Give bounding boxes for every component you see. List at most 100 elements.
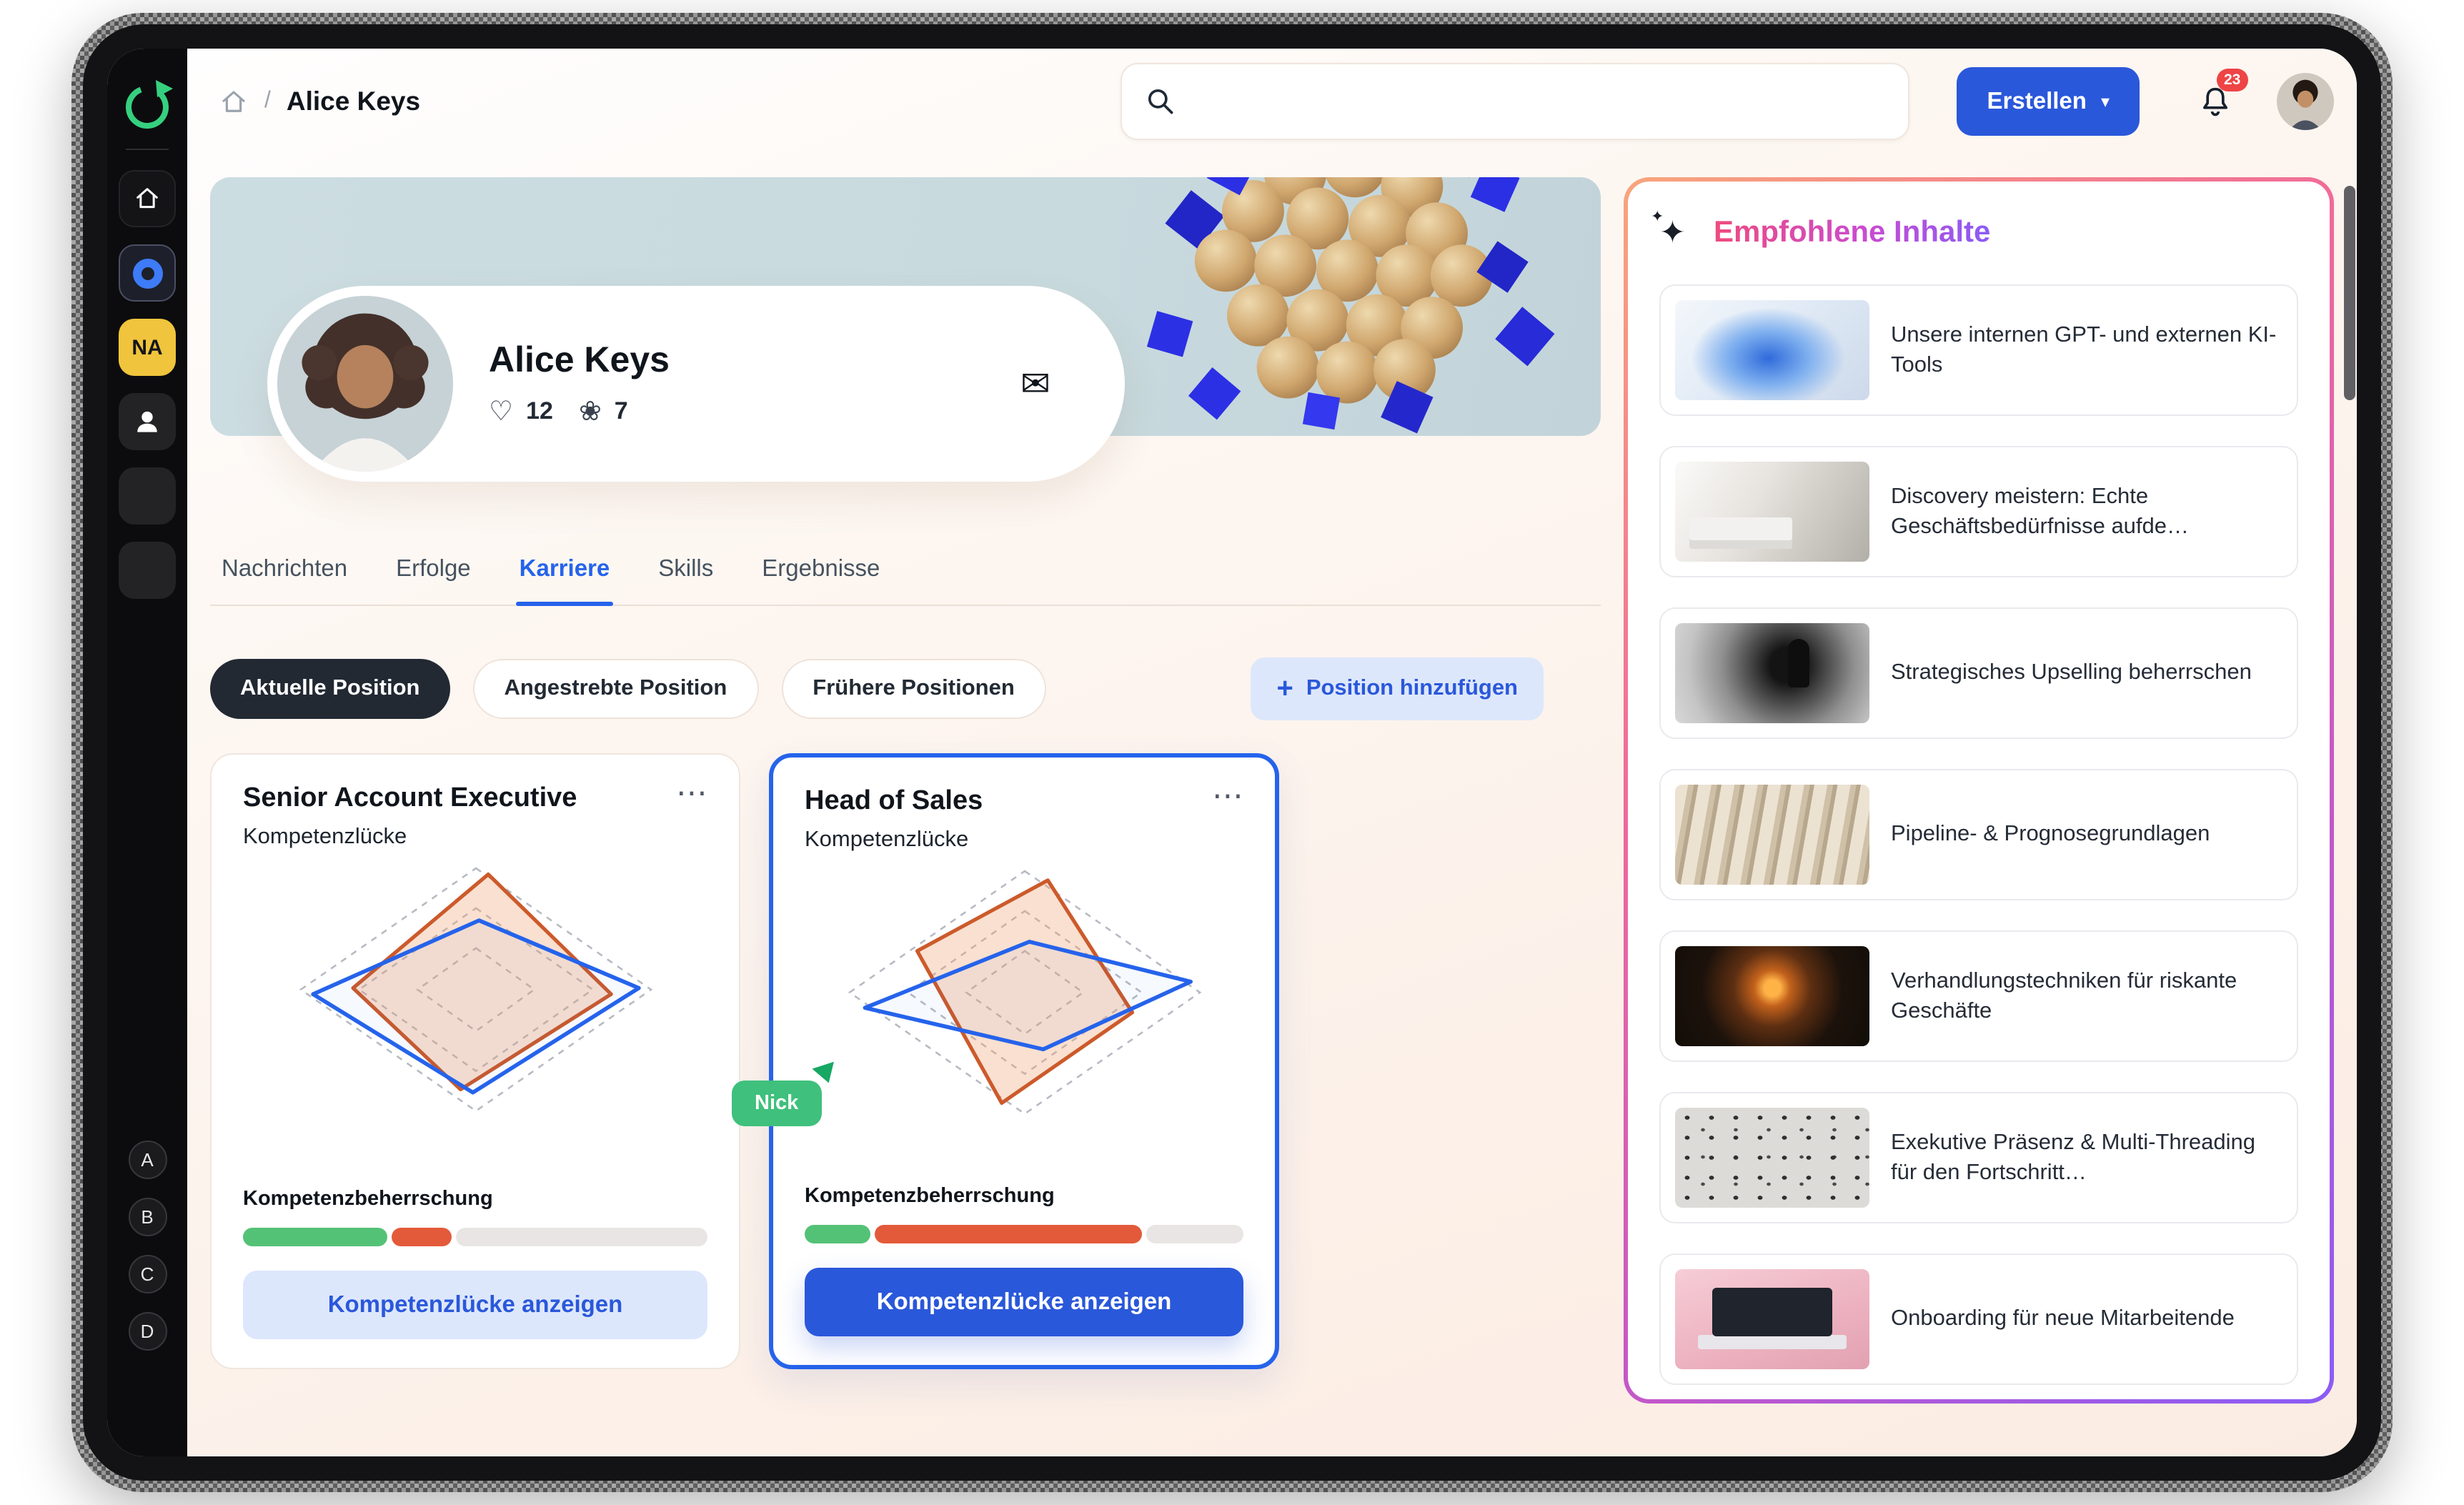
sidebar-item-home[interactable]	[119, 170, 176, 227]
tab-skills[interactable]: Skills	[658, 556, 713, 583]
recommended-item[interactable]: Discovery meistern: Echte Geschäftsbedür…	[1659, 446, 2298, 577]
card-header: Head of Sales ⋯	[805, 786, 1243, 818]
create-button-label: Erstellen	[1987, 88, 2087, 115]
add-position-button[interactable]: + Position hinzufügen	[1251, 657, 1544, 720]
recommended-item[interactable]: Onboarding für neue Mitarbeitende	[1659, 1253, 2298, 1385]
collaborator-cursor-nick: Nick	[732, 1081, 821, 1126]
sidebar-letter-group: A B C D	[128, 1141, 167, 1369]
profile-avatar	[277, 296, 453, 472]
breadcrumb-home-icon[interactable]	[219, 86, 249, 116]
search-bar[interactable]	[1121, 63, 1910, 140]
card-menu-button[interactable]: ⋯	[676, 783, 707, 802]
device-frame: NA A B C D / Alice Keys	[71, 13, 2393, 1492]
device-bezel: NA A B C D / Alice Keys	[83, 24, 2381, 1481]
show-competency-gap-button[interactable]: Kompetenzlücke anzeigen	[805, 1268, 1243, 1336]
letter-a-label: A	[141, 1149, 153, 1171]
show-competency-gap-button[interactable]: Kompetenzlücke anzeigen	[243, 1271, 707, 1339]
recommended-item-title: Unsere internen GPT- und externen KI-Too…	[1891, 319, 2282, 381]
card-menu-button[interactable]: ⋯	[1212, 786, 1243, 805]
position-card-head-of-sales[interactable]: Head of Sales ⋯ Kompetenzlücke Kompetenz…	[769, 753, 1279, 1369]
sidebar-item-placeholder-2[interactable]	[119, 542, 176, 599]
recommended-item[interactable]: Exekutive Präsenz & Multi-Threading für …	[1659, 1092, 2298, 1223]
recommended-header: ✦ ✦ Empfohlene Inhalte	[1659, 216, 2298, 250]
cursor-icon	[810, 1059, 841, 1091]
filter-fruehere-positionen[interactable]: Frühere Positionen	[781, 659, 1046, 719]
tab-erfolge[interactable]: Erfolge	[396, 556, 471, 583]
letter-c-label: C	[141, 1263, 154, 1285]
na-badge: NA	[131, 335, 162, 359]
thumbnail-lightbulb	[1675, 946, 1869, 1046]
sidebar-item-a[interactable]: A	[128, 1141, 167, 1179]
recommended-item[interactable]: Strategisches Upselling beherrschen	[1659, 607, 2298, 739]
recommended-panel-inner: ✦ ✦ Empfohlene Inhalte Unsere internen G…	[1628, 182, 2330, 1399]
tab-ergebnisse[interactable]: Ergebnisse	[762, 556, 880, 583]
filter-angestrebte-position[interactable]: Angestrebte Position	[473, 659, 759, 719]
notifications-button[interactable]: 23	[2197, 81, 2234, 121]
competency-gap-label: Kompetenzlücke	[805, 828, 1243, 853]
thumbnail-chess-pawn	[1675, 623, 1869, 723]
create-button[interactable]: Erstellen ▾	[1957, 67, 2140, 136]
sidebar-divider	[126, 149, 169, 150]
recommended-item-title: Pipeline- & Prognosegrundlagen	[1891, 820, 2210, 850]
tab-karriere[interactable]: Karriere	[520, 556, 610, 583]
mail-icon[interactable]: ✉	[1020, 362, 1050, 405]
sidebar-item-d[interactable]: D	[128, 1312, 167, 1351]
user-avatar[interactable]	[2277, 73, 2334, 130]
breadcrumb-separator: /	[264, 89, 271, 114]
body-row: Alice Keys ♡ 12 ❀ 7 ✉ Nachrichten Erfolg…	[210, 177, 2334, 1456]
breadcrumb-current: Alice Keys	[287, 86, 420, 117]
notification-badge: 23	[2217, 69, 2247, 91]
search-icon	[1146, 86, 1177, 117]
filter-aktuelle-position[interactable]: Aktuelle Position	[210, 659, 450, 719]
profile-avatar-image	[277, 296, 453, 472]
progress-segment-orange	[392, 1228, 452, 1246]
top-bar: / Alice Keys Erstellen ▾ 23	[210, 49, 2334, 154]
stage: NA A B C D / Alice Keys	[0, 0, 2464, 1505]
recommended-item-title: Discovery meistern: Echte Geschäftsbedür…	[1891, 481, 2282, 542]
letter-d-label: D	[141, 1321, 154, 1342]
progress-segment-green	[243, 1228, 387, 1246]
sparkle-small: ✦	[1651, 210, 1664, 226]
heart-icon: ♡	[489, 395, 513, 428]
search-input[interactable]	[1191, 88, 1886, 115]
person-icon	[131, 406, 163, 437]
profile-main-column: Alice Keys ♡ 12 ❀ 7 ✉ Nachrichten Erfolg…	[210, 177, 1601, 1456]
sidebar-item-current-app[interactable]	[119, 244, 176, 302]
recommended-item[interactable]: Unsere internen GPT- und externen KI-Too…	[1659, 284, 2298, 416]
recommended-item[interactable]: Pipeline- & Prognosegrundlagen	[1659, 769, 2298, 900]
position-title: Senior Account Executive	[243, 783, 577, 815]
main-content: / Alice Keys Erstellen ▾ 23	[187, 49, 2357, 1456]
recommended-panel: ✦ ✦ Empfohlene Inhalte Unsere internen G…	[1624, 177, 2334, 1404]
plus-icon: +	[1276, 675, 1293, 703]
chevron-down-icon: ▾	[2101, 93, 2110, 110]
app-logo-icon[interactable]	[119, 77, 176, 134]
profile-stats: ♡ 12 ❀ 7	[489, 395, 670, 428]
scrollbar[interactable]	[2344, 186, 2355, 400]
badges-count: 7	[615, 397, 628, 426]
breadcrumb: / Alice Keys	[210, 86, 420, 117]
sidebar-item-placeholder-1[interactable]	[119, 467, 176, 525]
likes-count: 12	[526, 397, 553, 426]
recommended-item[interactable]: Verhandlungstechniken für riskante Gesch…	[1659, 930, 2298, 1062]
mastery-progress-bar	[805, 1225, 1243, 1243]
recommended-item-title: Exekutive Präsenz & Multi-Threading für …	[1891, 1127, 2282, 1188]
sidebar-item-c[interactable]: C	[128, 1255, 167, 1293]
recommended-item-title: Strategisches Upselling beherrschen	[1891, 658, 2252, 689]
progress-segment-remainder	[456, 1228, 707, 1246]
tab-nachrichten[interactable]: Nachrichten	[222, 556, 347, 583]
position-card-senior-account-executive[interactable]: Senior Account Executive ⋯ Kompetenzlück…	[210, 753, 740, 1369]
rosette-icon: ❀	[579, 395, 602, 428]
radar-chart	[291, 859, 660, 1121]
sidebar-item-profile[interactable]	[119, 393, 176, 450]
position-title: Head of Sales	[805, 786, 983, 818]
recommended-title: Empfohlene Inhalte	[1714, 216, 1990, 250]
mastery-progress-bar	[243, 1228, 707, 1246]
card-header: Senior Account Executive ⋯	[243, 783, 707, 815]
position-filter-row: Aktuelle Position Angestrebte Position F…	[210, 657, 1601, 720]
radar-chart	[840, 862, 1208, 1123]
blue-ring-icon	[132, 258, 162, 288]
sidebar-item-na-workspace[interactable]: NA	[119, 319, 176, 376]
banner-3d-decoration	[1109, 177, 1581, 436]
sidebar-item-b[interactable]: B	[128, 1198, 167, 1236]
mastery-label: Kompetenzbeherrschung	[243, 1188, 707, 1211]
